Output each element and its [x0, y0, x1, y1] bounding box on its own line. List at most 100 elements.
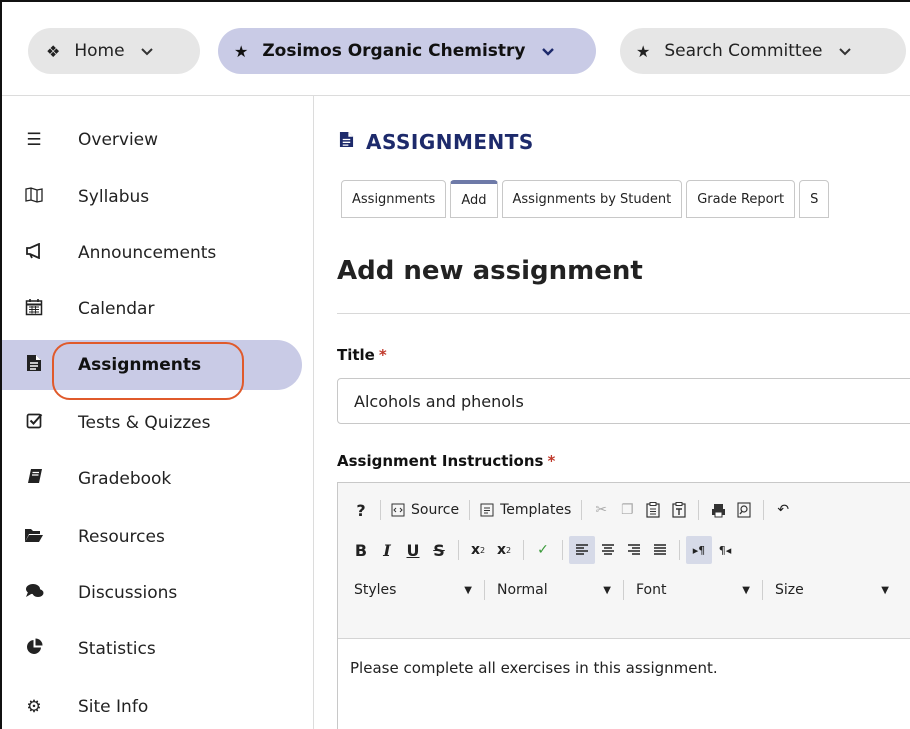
sidebar-item-label: Discussions: [78, 583, 178, 603]
toolbar-separator: [581, 500, 583, 520]
toolbar-separator: [562, 540, 563, 560]
sidebar-item-overview[interactable]: ☰ Overview: [2, 115, 302, 165]
editor-toolbar: ? Source Templates ✂ ❐ ↶ B I U S x 2 x 2…: [338, 483, 910, 639]
undo-icon[interactable]: ↶: [770, 496, 796, 524]
sidebar-item-label: Calendar: [78, 299, 155, 319]
tab-assignments-by-student[interactable]: Assignments by Student: [501, 180, 683, 218]
size-label: Size: [775, 582, 804, 598]
templates-button[interactable]: Templates: [476, 496, 575, 524]
format-dropdown[interactable]: Normal ▼: [491, 576, 617, 604]
justify-icon[interactable]: [647, 536, 673, 564]
sidebar-item-announcements[interactable]: Announcements: [2, 228, 302, 278]
pie-chart-icon: [24, 638, 44, 660]
size-dropdown[interactable]: Size ▼: [769, 576, 895, 604]
megaphone-icon: [24, 242, 44, 264]
sidebar-item-syllabus[interactable]: Syllabus: [2, 172, 302, 222]
ltr-direction-icon[interactable]: ▸¶: [686, 536, 712, 564]
toolbar-separator: [523, 540, 524, 560]
dropdown-arrow-icon: ▼: [742, 584, 750, 596]
strikethrough-button[interactable]: S: [426, 536, 452, 564]
chevron-down-icon[interactable]: [540, 43, 556, 59]
gear-icon: ⚙: [26, 697, 42, 717]
heading-divider: [337, 313, 910, 314]
home-icon: ❖: [46, 41, 61, 61]
sidebar-item-gradebook[interactable]: Gradebook: [2, 454, 302, 504]
toolbar-separator: [458, 540, 459, 560]
search-committee-label: Search Committee: [664, 41, 823, 61]
rich-text-editor: ? Source Templates ✂ ❐ ↶ B I U S x 2 x 2…: [337, 482, 910, 729]
tab-assignments[interactable]: Assignments: [341, 180, 447, 218]
sidebar-item-label: Announcements: [78, 243, 217, 263]
sidebar-item-tests-quizzes[interactable]: Tests & Quizzes: [2, 398, 302, 448]
dropdown-arrow-icon: ▼: [464, 584, 472, 596]
templates-icon: [480, 503, 494, 517]
paste-icon[interactable]: [640, 496, 666, 524]
paste-text-icon[interactable]: [666, 496, 692, 524]
italic-button[interactable]: I: [374, 536, 400, 564]
site-label: Zosimos Organic Chemistry: [262, 41, 526, 61]
sidebar-item-statistics[interactable]: Statistics: [2, 624, 302, 674]
source-button[interactable]: Source: [387, 496, 463, 524]
font-dropdown[interactable]: Font ▼: [630, 576, 756, 604]
main-content: ASSIGNMENTS Assignments Add Assignments …: [315, 96, 910, 729]
editor-body-text[interactable]: Please complete all exercises in this as…: [350, 659, 718, 677]
list-icon: ☰: [26, 130, 42, 150]
chevron-down-icon[interactable]: [837, 43, 853, 59]
spellcheck-icon[interactable]: ✓: [530, 536, 556, 564]
tab-more[interactable]: S: [799, 180, 830, 218]
file-icon: [24, 354, 44, 377]
sidebar-item-assignments[interactable]: Assignments: [2, 340, 302, 400]
sidebar-item-label: Tests & Quizzes: [78, 413, 211, 433]
sidebar-item-calendar[interactable]: Calendar: [2, 284, 302, 334]
toolbar-row-2: B I U S x2 x2 ✓ ▸¶ ¶◂: [348, 535, 738, 565]
toolbar-separator: [469, 500, 471, 520]
dropdown-arrow-icon: ▼: [881, 584, 889, 596]
tab-grade-report[interactable]: Grade Report: [686, 180, 796, 218]
underline-button[interactable]: U: [400, 536, 426, 564]
sidebar-item-label: Site Info: [78, 697, 149, 717]
current-site-pill[interactable]: ★ Zosimos Organic Chemistry: [218, 28, 596, 74]
home-site-pill[interactable]: ❖ Home: [28, 28, 200, 74]
page-heading: Add new assignment: [337, 256, 643, 286]
sidebar-item-label: Statistics: [78, 639, 156, 659]
toolbar-row-3: Styles ▼ Normal ▼ Font ▼ Size ▼: [348, 575, 895, 605]
subscript-button[interactable]: x2: [465, 536, 491, 564]
bold-button[interactable]: B: [348, 536, 374, 564]
sidebar-item-site-info[interactable]: ⚙ Site Info: [2, 682, 302, 729]
styles-dropdown[interactable]: Styles ▼: [348, 576, 478, 604]
sidebar-item-resources[interactable]: Resources: [2, 512, 302, 562]
folder-icon: [24, 527, 44, 548]
checkbox-icon: [24, 412, 44, 434]
site-nav-bar: ❖ Home ★ Zosimos Organic Chemistry ★ Sea…: [2, 2, 910, 96]
chevron-down-icon[interactable]: [139, 43, 155, 59]
templates-label: Templates: [500, 502, 572, 518]
search-committee-pill[interactable]: ★ Search Committee: [620, 28, 906, 74]
find-icon[interactable]: [731, 496, 757, 524]
align-left-icon[interactable]: [569, 536, 595, 564]
map-icon: [24, 186, 44, 208]
format-label: Normal: [497, 582, 548, 598]
calendar-icon: [24, 298, 44, 321]
sidebar-item-label: Resources: [78, 527, 165, 547]
tab-add[interactable]: Add: [450, 180, 498, 218]
title-label-text: Title: [337, 346, 375, 364]
sidebar-item-discussions[interactable]: Discussions: [2, 568, 302, 618]
align-right-icon[interactable]: [621, 536, 647, 564]
align-center-icon[interactable]: [595, 536, 621, 564]
app-frame: ❖ Home ★ Zosimos Organic Chemistry ★ Sea…: [0, 0, 910, 729]
sidebar-item-label: Gradebook: [78, 469, 172, 489]
required-marker: *: [547, 452, 556, 470]
print-icon[interactable]: [705, 496, 731, 524]
cut-icon[interactable]: ✂: [588, 496, 614, 524]
file-icon: [339, 131, 354, 153]
font-label: Font: [636, 582, 667, 598]
copy-icon[interactable]: ❐: [614, 496, 640, 524]
help-button[interactable]: ?: [348, 496, 374, 524]
source-label: Source: [411, 502, 460, 518]
superscript-button[interactable]: x2: [491, 536, 517, 564]
rtl-direction-icon[interactable]: ¶◂: [712, 536, 738, 564]
source-icon: [391, 503, 405, 517]
required-marker: *: [378, 346, 387, 364]
toolbar-separator: [698, 500, 700, 520]
title-input[interactable]: Alcohols and phenols: [337, 378, 910, 424]
